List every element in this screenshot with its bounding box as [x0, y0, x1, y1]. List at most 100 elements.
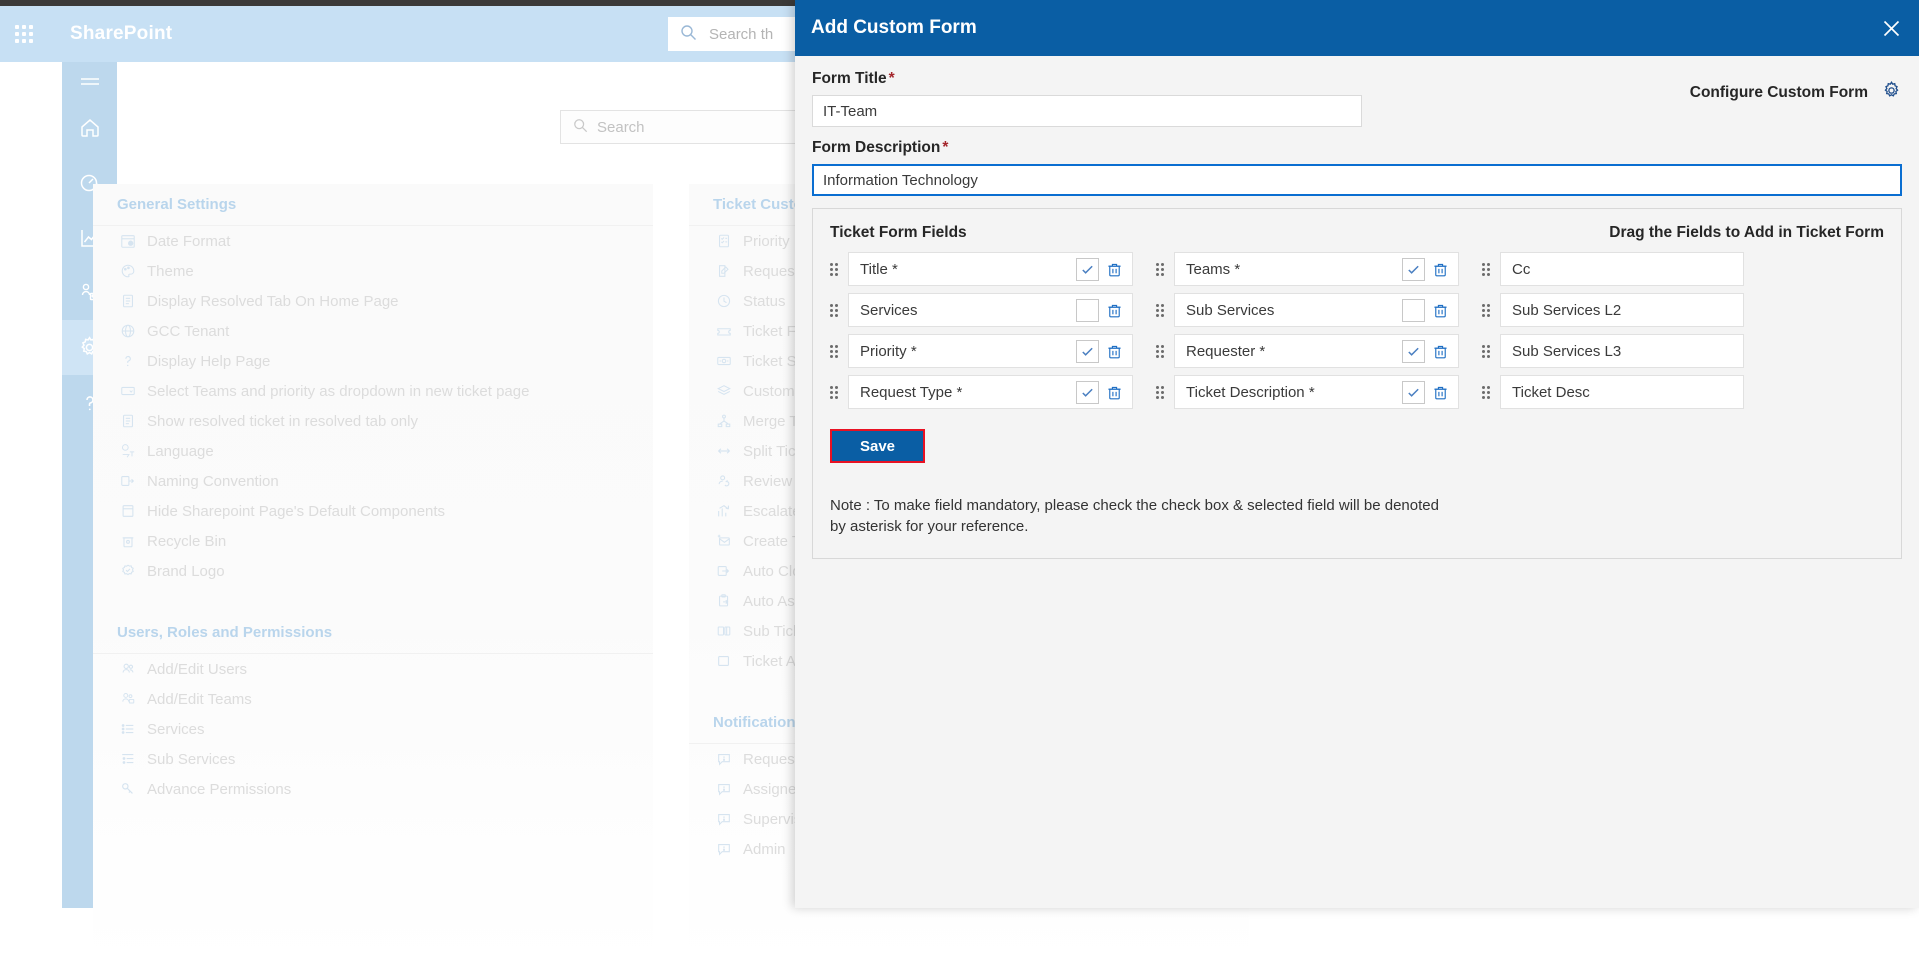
naming-icon: [117, 472, 139, 490]
setting-label: Add/Edit Teams: [147, 690, 252, 708]
setting-label: Language: [147, 442, 214, 460]
drag-handle-icon[interactable]: [1482, 344, 1493, 358]
setting-display-help-page[interactable]: Display Help Page: [93, 346, 653, 376]
setting-theme[interactable]: Theme: [93, 256, 653, 286]
close-icon[interactable]: [1863, 0, 1919, 56]
mandatory-checkbox[interactable]: [1402, 298, 1425, 322]
language-icon: [117, 442, 139, 460]
fields-column-available: Cc Sub Services L2 Sub Services L3 Ticke…: [1482, 252, 1744, 409]
settings-search-placeholder: Search: [597, 118, 645, 136]
search-icon: [680, 24, 697, 45]
drag-handle-icon[interactable]: [830, 262, 841, 276]
setting-label: Services: [147, 720, 205, 738]
trash-icon[interactable]: [1106, 384, 1125, 401]
drag-handle-icon[interactable]: [1482, 303, 1493, 317]
drag-fields-heading: Drag the Fields to Add in Ticket Form: [1609, 224, 1884, 241]
drag-handle-icon[interactable]: [1156, 303, 1167, 317]
trash-icon[interactable]: [1106, 261, 1125, 278]
drag-handle-icon[interactable]: [830, 303, 841, 317]
setting-label: Recycle Bin: [147, 532, 227, 550]
trash-icon[interactable]: [1106, 302, 1125, 319]
setting-naming-convention[interactable]: Naming Convention: [93, 466, 653, 496]
mandatory-checkbox[interactable]: [1076, 339, 1099, 363]
field-row: Priority *: [830, 334, 1133, 368]
setting-gcc-tenant[interactable]: GCC Tenant: [93, 316, 653, 346]
available-field-sub-services-l3[interactable]: Sub Services L3: [1500, 334, 1744, 368]
setting-sub-services[interactable]: Sub Services: [93, 744, 653, 774]
setting-label: Add/Edit Users: [147, 660, 248, 678]
form-description-value: Information Technology: [823, 171, 978, 189]
setting-hide-sp-components[interactable]: Hide Sharepoint Page's Default Component…: [93, 496, 653, 526]
setting-language[interactable]: Language: [93, 436, 653, 466]
field-item-ticket-description[interactable]: Ticket Description *: [1174, 375, 1459, 409]
field-item-services[interactable]: Services: [848, 293, 1133, 327]
available-field-ticket-desc[interactable]: Ticket Desc: [1500, 375, 1744, 409]
field-item-request-type[interactable]: Request Type *: [848, 375, 1133, 409]
ticket-form-fields-panel: Ticket Form Fields Drag the Fields to Ad…: [812, 208, 1902, 559]
app-launcher-icon[interactable]: [0, 6, 48, 62]
field-item-sub-services[interactable]: Sub Services: [1174, 293, 1459, 327]
setting-show-resolved-tab-only[interactable]: Show resolved ticket in resolved tab onl…: [93, 406, 653, 436]
mandatory-checkbox[interactable]: [1076, 380, 1099, 404]
comment-icon: [713, 810, 735, 828]
form-title-input[interactable]: IT-Team: [812, 95, 1362, 127]
setting-label: Advance Permissions: [147, 780, 292, 798]
page-icon: [117, 502, 139, 520]
setting-brand-logo[interactable]: Brand Logo: [93, 556, 653, 586]
drag-handle-icon[interactable]: [1156, 344, 1167, 358]
drag-handle-icon[interactable]: [830, 344, 841, 358]
mandatory-checkbox[interactable]: [1402, 339, 1425, 363]
mandatory-checkbox[interactable]: [1402, 380, 1425, 404]
field-label: Cc: [1512, 260, 1531, 278]
drag-handle-icon[interactable]: [830, 385, 841, 399]
gear-icon[interactable]: [1881, 80, 1902, 106]
save-button[interactable]: Save: [832, 431, 923, 461]
hamburger-icon[interactable]: [62, 62, 117, 100]
available-field-row: Cc: [1482, 252, 1744, 286]
fields-column-2: Teams * Sub Services Requester * Ticket …: [1156, 252, 1459, 409]
setting-label: Brand Logo: [147, 562, 225, 580]
field-row: Sub Services: [1156, 293, 1459, 327]
field-item-requester[interactable]: Requester *: [1174, 334, 1459, 368]
mandatory-checkbox[interactable]: [1402, 257, 1425, 281]
form-description-input[interactable]: Information Technology: [812, 164, 1902, 196]
drag-handle-icon[interactable]: [1156, 385, 1167, 399]
setting-label: Date Format: [147, 232, 231, 250]
field-label: Ticket Description *: [1186, 383, 1315, 401]
setting-add-edit-teams[interactable]: Add/Edit Teams: [93, 684, 653, 714]
drag-handle-icon[interactable]: [1156, 262, 1167, 276]
field-item-priority[interactable]: Priority *: [848, 334, 1133, 368]
field-item-title[interactable]: Title *: [848, 252, 1133, 286]
setting-label: Select Teams and priority as dropdown in…: [147, 382, 530, 400]
fields-columns: Title * Services Priority * Request Type…: [830, 252, 1884, 409]
setting-label: Naming Convention: [147, 472, 279, 490]
setting-date-format[interactable]: Date Format: [93, 226, 653, 256]
mandatory-checkbox[interactable]: [1076, 257, 1099, 281]
setting-label: Admin: [743, 840, 786, 858]
dropdown-icon: [117, 382, 139, 400]
setting-advance-permissions[interactable]: Advance Permissions: [93, 774, 653, 804]
setting-services[interactable]: Services: [93, 714, 653, 744]
trash-icon[interactable]: [1106, 343, 1125, 360]
trash-icon[interactable]: [1432, 384, 1451, 401]
setting-recycle-bin[interactable]: Recycle Bin: [93, 526, 653, 556]
list-icon: [117, 720, 139, 738]
home-icon[interactable]: [62, 100, 117, 155]
available-field-sub-services-l2[interactable]: Sub Services L2: [1500, 293, 1744, 327]
trash-icon[interactable]: [1432, 302, 1451, 319]
trash-icon[interactable]: [1432, 343, 1451, 360]
configure-custom-form-button[interactable]: Configure Custom Form: [1690, 80, 1902, 106]
split-icon: [713, 442, 735, 460]
sharepoint-brand[interactable]: SharePoint: [70, 23, 172, 45]
trash-icon[interactable]: [1432, 261, 1451, 278]
mandatory-checkbox[interactable]: [1076, 298, 1099, 322]
drag-handle-icon[interactable]: [1482, 385, 1493, 399]
drag-handle-icon[interactable]: [1482, 262, 1493, 276]
field-item-teams[interactable]: Teams *: [1174, 252, 1459, 286]
available-field-cc[interactable]: Cc: [1500, 252, 1744, 286]
setting-select-teams-dropdown[interactable]: Select Teams and priority as dropdown in…: [93, 376, 653, 406]
setting-add-edit-users[interactable]: Add/Edit Users: [93, 654, 653, 684]
group-title-users-roles: Users, Roles and Permissions: [93, 612, 653, 654]
setting-display-resolved-tab[interactable]: Display Resolved Tab On Home Page: [93, 286, 653, 316]
